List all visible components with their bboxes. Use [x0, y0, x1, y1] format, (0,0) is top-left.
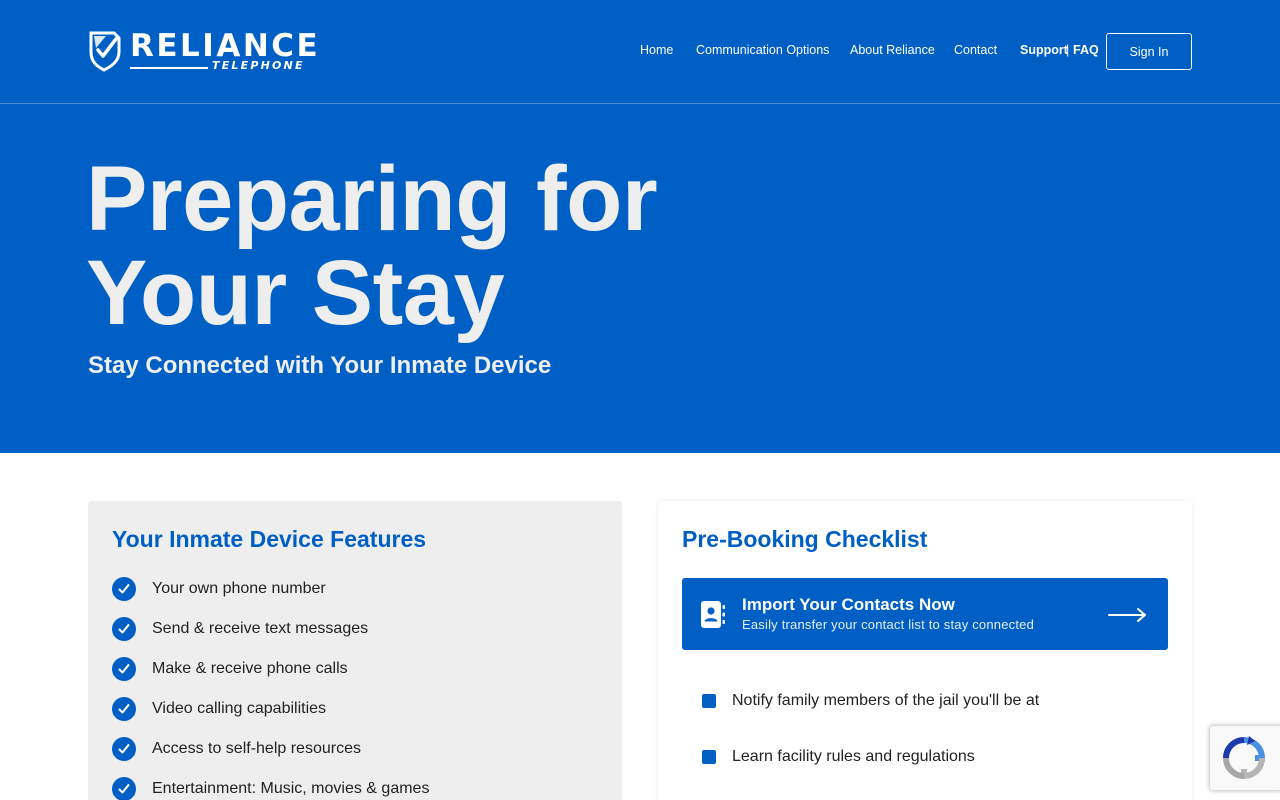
recaptcha-icon — [1223, 736, 1266, 780]
feature-label: Make & receive phone calls — [152, 660, 348, 677]
nav-contact[interactable]: Contact — [954, 43, 997, 57]
hero-section: Preparing for Your Stay Stay Connected w… — [0, 104, 1280, 453]
feature-item: Video calling capabilities — [112, 697, 326, 721]
recaptcha-badge[interactable] — [1210, 726, 1280, 790]
hero-title: Preparing for Your Stay — [86, 152, 786, 340]
reliance-logo[interactable]: RELIANCE TELEPHONE — [88, 28, 318, 74]
pre-booking-checklist-card: Pre-Booking Checklist Import Your Contac… — [658, 501, 1192, 800]
check-circle-icon — [112, 577, 136, 601]
hero-title-line-1: Preparing for — [86, 148, 658, 250]
feature-label: Entertainment: Music, movies & games — [152, 780, 430, 797]
checklist-item-label: Learn facility rules and regulations — [732, 748, 975, 765]
logo-divider — [130, 67, 208, 69]
check-circle-icon — [112, 617, 136, 641]
feature-label: Access to self-help resources — [152, 740, 361, 757]
checklist-title: Pre-Booking Checklist — [682, 526, 928, 552]
check-circle-icon — [112, 737, 136, 761]
feature-label: Send & receive text messages — [152, 620, 369, 637]
shield-check-icon — [89, 31, 121, 72]
feature-item: Entertainment: Music, movies & games — [112, 777, 429, 800]
nav-communication-options[interactable]: Communication Options — [696, 43, 829, 57]
hero-title-line-2: Your Stay — [86, 242, 505, 344]
nav-faq[interactable]: FAQ — [1073, 43, 1099, 57]
checklist-item: Learn facility rules and regulations — [702, 748, 975, 766]
features-title: Your Inmate Device Features — [112, 526, 427, 552]
feature-item: Your own phone number — [112, 577, 326, 601]
nav-home[interactable]: Home — [640, 43, 673, 57]
feature-item: Access to self-help resources — [112, 737, 361, 761]
checkbox[interactable] — [702, 694, 716, 708]
checklist-item-label: Notify family members of the jail you'll… — [732, 692, 1040, 709]
check-circle-icon — [112, 697, 136, 721]
feature-item: Send & receive text messages — [112, 617, 368, 641]
arrow-right-icon — [1108, 608, 1146, 622]
import-contacts-title: Import Your Contacts Now — [742, 595, 955, 614]
import-contacts-button[interactable]: Import Your Contacts Now Easily transfer… — [682, 578, 1168, 650]
nav-support[interactable]: Support — [1020, 43, 1068, 57]
logo-subtext: TELEPHONE — [212, 59, 305, 72]
check-circle-icon — [112, 657, 136, 681]
check-circle-icon — [112, 777, 136, 800]
sign-in-button[interactable]: Sign In — [1106, 33, 1192, 70]
checklist-item: Notify family members of the jail you'll… — [702, 692, 1039, 710]
site-header: RELIANCE TELEPHONE Home Communication Op… — [0, 0, 1280, 104]
import-contacts-subtitle: Easily transfer your contact list to sta… — [742, 617, 1034, 632]
feature-item: Make & receive phone calls — [112, 657, 348, 681]
device-features-card: Your Inmate Device Features Your own pho… — [88, 501, 622, 800]
checkbox[interactable] — [702, 750, 716, 764]
hero-subtitle: Stay Connected with Your Inmate Device — [88, 352, 552, 379]
feature-label: Your own phone number — [152, 580, 326, 597]
contact-book-icon — [701, 601, 725, 628]
nav-about-reliance[interactable]: About Reliance — [850, 43, 935, 57]
feature-label: Video calling capabilities — [152, 700, 327, 717]
nav-separator: | — [1066, 43, 1070, 57]
